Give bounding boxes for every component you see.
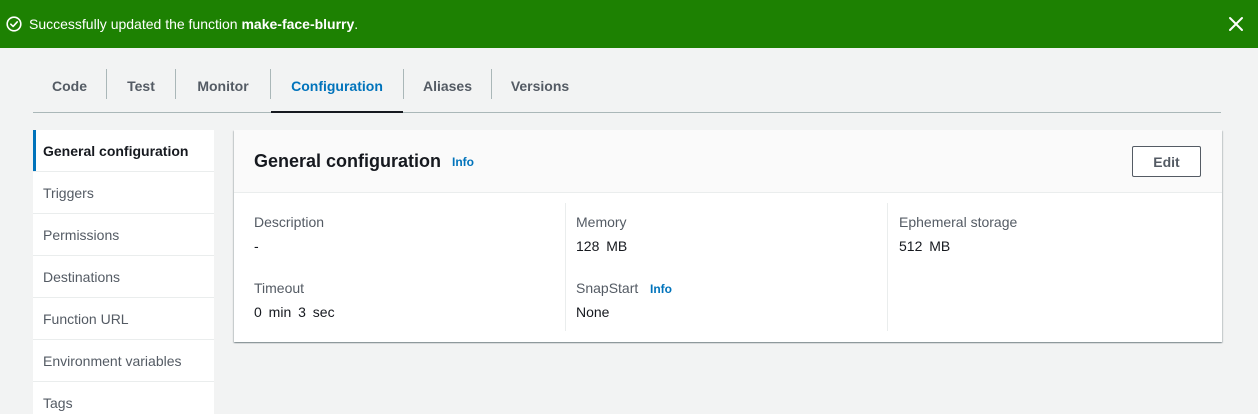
sidenav-item-destinations[interactable]: Destinations <box>33 256 214 298</box>
sidenav-item-triggers[interactable]: Triggers <box>33 172 214 214</box>
general-configuration-panel: General configuration Info Edit Descript… <box>234 130 1222 342</box>
panel-title: General configuration <box>254 151 442 171</box>
close-icon[interactable] <box>1228 16 1244 32</box>
sidenav-item-tags[interactable]: Tags <box>33 382 214 414</box>
snapstart-info-link[interactable]: Info <box>650 282 672 296</box>
ephemeral-storage-label: Ephemeral storage <box>899 214 1018 230</box>
sidenav-item-environment-variables[interactable]: Environment variables <box>33 340 214 382</box>
check-circle-icon <box>6 16 22 32</box>
memory-value: 128 MB <box>576 238 628 254</box>
sidenav-item-label: Triggers <box>43 184 94 201</box>
sidenav-item-label: Function URL <box>43 310 129 327</box>
flash-function-name: make-face-blurry <box>241 16 355 32</box>
flash-message-prefix: Successfully updated the function <box>29 16 242 32</box>
description-value: - <box>254 238 259 254</box>
memory-label: Memory <box>576 214 627 230</box>
tab-label: Configuration <box>291 78 383 94</box>
sidenav-item-label: Tags <box>43 394 73 411</box>
flash-message-suffix: . <box>354 16 359 32</box>
timeout-value: 0 min 3 sec <box>254 304 335 320</box>
tab-label: Aliases <box>422 78 473 94</box>
sidenav-item-label: Permissions <box>43 226 120 243</box>
success-flash-banner: Successfully updated the function make-f… <box>0 0 1258 48</box>
tab-monitor[interactable]: Monitor <box>176 60 270 112</box>
details-column-3: Ephemeral storage 512 MB <box>888 203 1222 333</box>
description-label: Description <box>254 214 325 230</box>
configuration-sidenav: General configuration Triggers Permissio… <box>33 130 214 414</box>
tab-aliases[interactable]: Aliases <box>404 60 491 112</box>
ephemeral-storage-value: 512 MB <box>899 238 951 254</box>
tab-test[interactable]: Test <box>107 60 175 112</box>
sidenav-item-label: Destinations <box>43 268 121 285</box>
tab-label: Monitor <box>197 78 249 94</box>
tab-versions[interactable]: Versions <box>492 60 588 112</box>
sidenav-item-general-configuration[interactable]: General configuration <box>33 130 214 172</box>
panel-header: General configuration Info Edit <box>234 130 1222 193</box>
tab-configuration[interactable]: Configuration <box>271 60 403 113</box>
sidenav-item-permissions[interactable]: Permissions <box>33 214 214 256</box>
edit-button[interactable]: Edit <box>1132 146 1201 177</box>
tab-label: Code <box>52 78 87 94</box>
sidenav-item-function-url[interactable]: Function URL <box>33 298 214 340</box>
timeout-label: Timeout <box>254 280 305 296</box>
details-column-2: Memory 128 MB SnapStart Info None <box>566 203 887 333</box>
flash-message: Successfully updated the function make-f… <box>29 16 358 32</box>
tab-code[interactable]: Code <box>33 60 106 112</box>
snapstart-value: None <box>576 304 610 320</box>
sidenav-item-label: General configuration <box>43 142 189 159</box>
sidenav-item-label: Environment variables <box>43 352 182 369</box>
details-column-1: Description - Timeout 0 min 3 sec <box>234 203 565 333</box>
tab-label: Test <box>127 78 155 94</box>
info-link[interactable]: Info <box>452 155 474 169</box>
function-tabs: Code Test Monitor Configuration Aliases … <box>33 60 1221 113</box>
tab-label: Versions <box>510 78 570 94</box>
snapstart-label: SnapStart <box>576 280 639 296</box>
